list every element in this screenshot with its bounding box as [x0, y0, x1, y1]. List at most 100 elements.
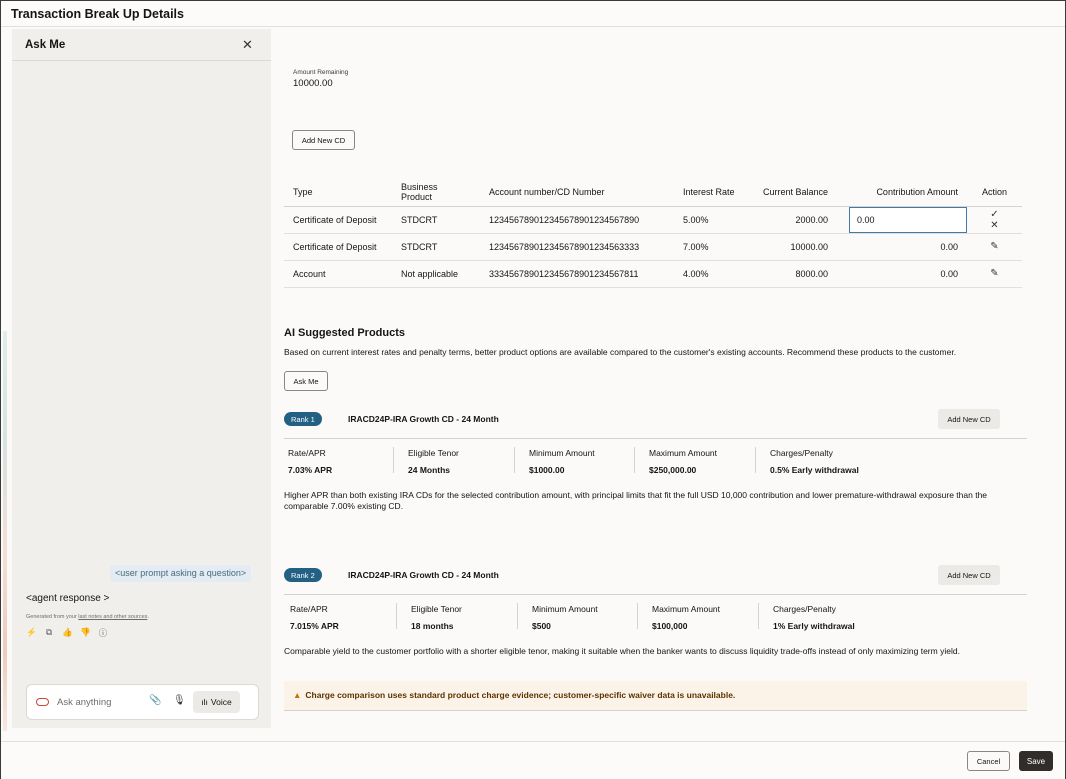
add-new-cd-product-button[interactable]: Add New CD — [938, 565, 1000, 585]
generated-suffix: . — [147, 614, 149, 620]
metric-rate: Rate/APR 7.015% APR — [290, 604, 339, 631]
ask-anything-input[interactable] — [57, 693, 145, 711]
header-business-product: Business Product — [392, 179, 480, 207]
main-content: Amount Remaining 10000.00 Add New CD Typ… — [271, 29, 1066, 741]
metric-label: Minimum Amount — [529, 448, 595, 458]
cell-account: 123456789012345678901234563333 — [480, 233, 674, 261]
dialog-footer: Cancel Save — [1, 741, 1065, 779]
decorative-edge — [3, 331, 7, 731]
lightning-icon[interactable]: ⚡ — [26, 627, 37, 639]
header-contribution-amount: Contribution Amount — [837, 179, 967, 207]
metric-separator — [637, 603, 638, 629]
cell-contribution — [837, 206, 967, 234]
card-divider — [284, 594, 1027, 595]
metric-label: Minimum Amount — [532, 604, 598, 614]
cell-type: Certificate of Deposit — [284, 233, 392, 261]
confirm-check-icon[interactable]: ✓ — [986, 209, 1004, 220]
card-divider — [284, 438, 1027, 439]
cell-product: STDCRT — [392, 233, 480, 261]
cell-rate: 4.00% — [674, 260, 752, 288]
metric-separator — [517, 603, 518, 629]
response-actions: ⚡ ⧉ 👍 👎 ⓘ — [26, 627, 108, 639]
voice-label: Voice — [210, 697, 232, 707]
warning-banner: ▲ Charge comparison uses standard product… — [284, 681, 1027, 711]
header-type: Type — [284, 179, 392, 207]
oracle-logo-icon — [36, 698, 49, 706]
save-button[interactable]: Save — [1019, 751, 1053, 771]
thumbs-up-icon[interactable]: 👍 — [62, 627, 73, 639]
cell-account: 123456789012345678901234567890 — [480, 206, 674, 234]
metric-separator — [758, 603, 759, 629]
ai-suggested-description: Based on current interest rates and pena… — [284, 347, 957, 357]
cell-balance: 2000.00 — [752, 206, 837, 234]
ask-me-button[interactable]: Ask Me — [284, 371, 328, 391]
metric-label: Charges/Penalty — [770, 448, 833, 458]
sources-link[interactable]: last notes and other sources — [78, 614, 147, 620]
title-bar: Transaction Break Up Details — [1, 1, 1065, 27]
ask-me-header: Ask Me ✕ — [12, 29, 271, 61]
header-account-number: Account number/CD Number — [480, 179, 674, 207]
cell-type: Certificate of Deposit — [284, 206, 392, 234]
copy-icon[interactable]: ⧉ — [44, 627, 54, 639]
metric-rate: Rate/APR 7.03% APR — [288, 448, 332, 475]
warning-icon: ▲ — [293, 690, 302, 700]
cell-contribution: 0.00 — [837, 260, 967, 288]
metric-minimum: Minimum Amount $1000.00 — [529, 448, 595, 475]
header-action: Action — [967, 179, 1022, 207]
amount-remaining-label: Amount Remaining — [293, 69, 349, 76]
metric-label: Maximum Amount — [649, 448, 718, 458]
cell-rate: 5.00% — [674, 206, 752, 234]
cell-balance: 10000.00 — [752, 233, 837, 261]
metric-separator — [755, 447, 756, 473]
warning-text: Charge comparison uses standard product … — [305, 690, 736, 700]
metric-tenor: Eligible Tenor 24 Months — [408, 448, 459, 475]
metric-separator — [514, 447, 515, 473]
metric-charges: Charges/Penalty 0.5% Early withdrawal — [770, 448, 859, 475]
metric-value: 18 months — [411, 621, 454, 631]
product-description: Higher APR than both existing IRA CDs fo… — [284, 490, 988, 511]
edit-pencil-icon[interactable]: ✎ — [986, 241, 1004, 252]
cell-account: 333456789012345678901234567811 — [480, 260, 674, 288]
product-name: IRACD24P-IRA Growth CD - 24 Month — [348, 570, 499, 580]
metric-value: 7.03% APR — [288, 465, 333, 475]
microphone-icon[interactable]: 🎙 — [173, 695, 186, 706]
product-name: IRACD24P-IRA Growth CD - 24 Month — [348, 414, 499, 424]
contribution-amount-input[interactable] — [849, 206, 967, 233]
add-new-cd-button[interactable]: Add New CD — [292, 130, 355, 150]
cancel-button[interactable]: Cancel — [967, 751, 1010, 771]
chat-input-box: 📎 🎙 ılı Voice — [26, 684, 259, 720]
ask-me-title: Ask Me — [25, 39, 66, 51]
metric-separator — [393, 447, 394, 473]
cell-action: ✎ — [967, 260, 1022, 288]
voice-button[interactable]: ılı Voice — [193, 691, 240, 713]
metric-label: Rate/APR — [290, 604, 328, 614]
metric-value: $1000.00 — [529, 465, 565, 475]
thumbs-down-icon[interactable]: 👎 — [80, 627, 91, 639]
cell-type: Account — [284, 260, 392, 288]
attachment-icon[interactable]: 📎 — [149, 695, 161, 706]
add-new-cd-product-button[interactable]: Add New CD — [938, 409, 1000, 429]
cell-product: STDCRT — [392, 206, 480, 234]
header-current-balance: Current Balance — [752, 179, 837, 207]
close-icon[interactable]: ✕ — [242, 37, 253, 53]
metric-separator — [396, 603, 397, 629]
rank-badge: Rank 2 — [284, 568, 322, 582]
cancel-x-icon[interactable]: ✕ — [986, 220, 1004, 231]
metric-maximum: Maximum Amount $250,000.00 — [649, 448, 717, 475]
header-interest-rate: Interest Rate — [674, 179, 752, 207]
ask-me-panel: Ask Me ✕ <user prompt asking a question>… — [12, 29, 271, 728]
edit-pencil-icon[interactable]: ✎ — [986, 268, 1004, 279]
metric-value: $500 — [532, 621, 551, 631]
ai-suggested-title: AI Suggested Products — [284, 327, 406, 339]
metric-value: 1% Early withdrawal — [773, 621, 855, 631]
table-row: Certificate of Deposit STDCRT 1234567890… — [284, 206, 1022, 234]
metric-value: 7.015% APR — [290, 621, 339, 631]
cd-table: Type Business Product Account number/CD … — [284, 179, 1022, 288]
dialog-frame: Transaction Break Up Details Ask Me ✕ <u… — [0, 0, 1066, 779]
cell-rate: 7.00% — [674, 233, 752, 261]
metric-label: Rate/APR — [288, 448, 326, 458]
generated-note: Generated from your last notes and other… — [26, 614, 149, 620]
table-row: Account Not applicable 33345678901234567… — [284, 260, 1022, 288]
info-icon[interactable]: ⓘ — [98, 627, 108, 639]
page-title: Transaction Break Up Details — [11, 7, 184, 21]
